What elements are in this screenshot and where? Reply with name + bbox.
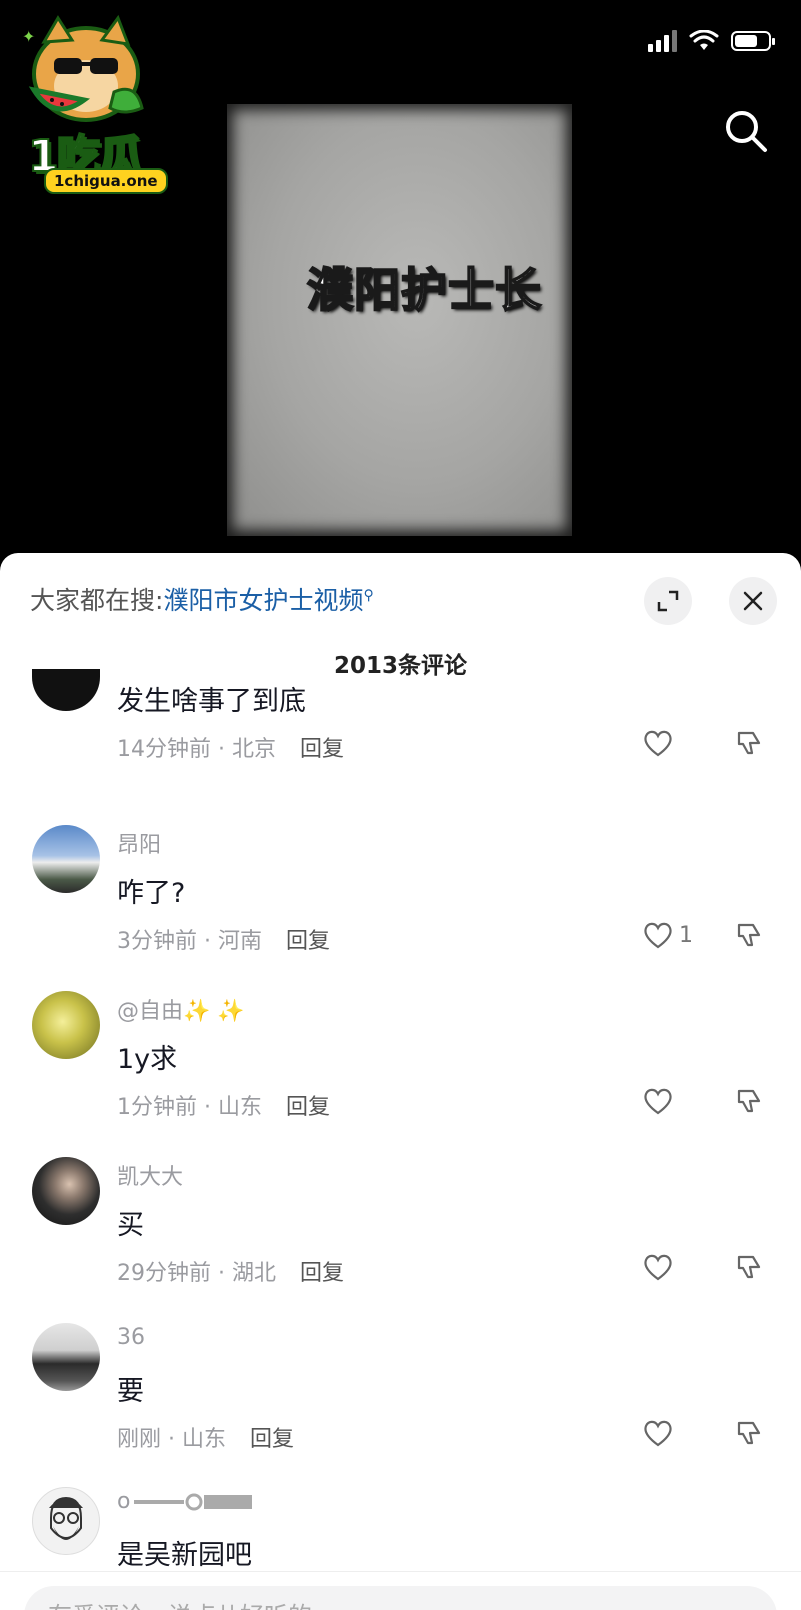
comment-text: 1y求 — [117, 1044, 178, 1075]
comment-time-location: 刚刚 · 山东 — [117, 1427, 226, 1452]
heart-icon — [644, 1088, 672, 1115]
bearded-man-avatar-icon — [49, 1496, 83, 1540]
avatar[interactable] — [32, 991, 100, 1059]
comment-time-location: 3分钟前 · 河南 — [117, 929, 262, 954]
avatar[interactable] — [32, 1157, 100, 1225]
thumbs-down-icon — [737, 1089, 761, 1113]
thumbs-down-icon — [737, 731, 761, 755]
comment-meta: 3分钟前 · 河南 回复 — [117, 923, 330, 955]
hot-search-keyword[interactable]: 濮阳市女护士视频 — [163, 586, 363, 615]
search-icon — [726, 111, 767, 152]
comment-meta: 29分钟前 · 湖北 回复 — [117, 1255, 344, 1287]
video-player[interactable]: 濮阳护士长 — [227, 104, 572, 536]
comment-item: 昂阳 咋了? 3分钟前 · 河南 回复 1 — [0, 825, 801, 985]
hot-search[interactable]: 大家都在搜:濮阳市女护士视频⚲ — [30, 581, 374, 617]
site-logo: ✦ 1吃瓜 1chigua.one — [14, 12, 168, 194]
comment-meta: 1分钟前 · 山东 回复 — [117, 1089, 330, 1121]
cellular-signal-icon — [648, 30, 677, 52]
comment-author-name: o — [117, 1489, 131, 1514]
comment-input-bar: 有爱评论，说点儿好听的 — [0, 1571, 801, 1610]
decorative-username-glyphs — [134, 1493, 253, 1510]
video-overlay-text: 濮阳护士长 — [306, 262, 542, 318]
search-button[interactable] — [723, 108, 769, 154]
comment-meta: 14分钟前 · 北京 回复 — [117, 731, 344, 763]
avatar[interactable] — [32, 1323, 100, 1391]
avatar[interactable] — [32, 825, 100, 893]
comment-sheet: 大家都在搜:濮阳市女护士视频⚲ 2013条评论 发生啥事了到底 14分钟前 · … — [0, 553, 801, 1610]
reply-button[interactable]: 回复 — [286, 1095, 330, 1120]
reply-button[interactable]: 回复 — [300, 737, 344, 762]
hamster-mascot-icon: ✦ — [22, 14, 144, 122]
thumbs-down-icon — [737, 923, 761, 947]
mini-search-icon: ⚲ — [363, 587, 374, 604]
expand-icon — [657, 590, 679, 612]
heart-icon — [644, 1254, 672, 1281]
close-icon — [743, 591, 763, 611]
comment-item: 36 要 刚刚 · 山东 回复 — [0, 1323, 801, 1483]
hot-search-prefix: 大家都在搜: — [30, 586, 164, 615]
comment-meta: 刚刚 · 山东 回复 — [117, 1421, 294, 1453]
reply-button[interactable]: 回复 — [286, 929, 330, 954]
heart-icon — [644, 1420, 672, 1447]
like-button[interactable] — [643, 1419, 673, 1447]
dislike-button[interactable] — [735, 921, 763, 953]
comment-text: 买 — [117, 1210, 144, 1241]
logo-domain: 1chigua.one — [44, 168, 168, 194]
comment-item: 发生啥事了到底 14分钟前 · 北京 回复 — [0, 657, 801, 817]
comment-text: 要 — [117, 1376, 144, 1407]
like-button[interactable] — [643, 729, 673, 757]
like-count: 1 — [679, 922, 693, 948]
comment-input-placeholder: 有爱评论，说点儿好听的 — [48, 1596, 312, 1610]
like-button[interactable] — [643, 1087, 673, 1115]
dislike-button[interactable] — [735, 1419, 763, 1451]
wifi-icon — [689, 30, 719, 50]
dislike-button[interactable] — [735, 1087, 763, 1119]
thumbs-down-icon — [737, 1255, 761, 1279]
status-bar — [648, 30, 775, 52]
heart-icon — [644, 730, 672, 757]
comment-time-location: 1分钟前 · 山东 — [117, 1095, 262, 1120]
avatar[interactable] — [32, 1487, 100, 1555]
battery-icon — [731, 31, 775, 51]
svg-text:✦: ✦ — [22, 27, 35, 46]
dislike-button[interactable] — [735, 1253, 763, 1285]
thumbs-down-icon — [737, 1421, 761, 1445]
comment-author[interactable]: @自由✨ ✨ — [117, 993, 245, 1025]
comment-time-location: 14分钟前 · 北京 — [117, 737, 276, 762]
comment-author[interactable]: 昂阳 — [117, 827, 161, 859]
expand-button[interactable] — [644, 577, 692, 625]
heart-icon — [644, 922, 672, 949]
comment-item: @自由✨ ✨ 1y求 1分钟前 · 山东 回复 — [0, 991, 801, 1151]
reply-button[interactable]: 回复 — [300, 1261, 344, 1286]
close-button[interactable] — [729, 577, 777, 625]
comment-author[interactable]: 凯大大 — [117, 1159, 183, 1191]
comment-text: 是吴新园吧 — [117, 1540, 252, 1571]
dislike-button[interactable] — [735, 729, 763, 761]
comment-author[interactable]: 36 — [117, 1325, 145, 1350]
like-button[interactable]: 1 — [643, 921, 693, 949]
comment-item: 凯大大 买 29分钟前 · 湖北 回复 — [0, 1157, 801, 1317]
comment-text: 发生啥事了到底 — [117, 686, 306, 717]
comment-text: 咋了? — [117, 878, 186, 909]
like-button[interactable] — [643, 1253, 673, 1281]
avatar[interactable] — [32, 669, 100, 711]
reply-button[interactable]: 回复 — [250, 1427, 294, 1452]
comment-time-location: 29分钟前 · 湖北 — [117, 1261, 276, 1286]
comment-author[interactable]: o — [117, 1489, 254, 1514]
